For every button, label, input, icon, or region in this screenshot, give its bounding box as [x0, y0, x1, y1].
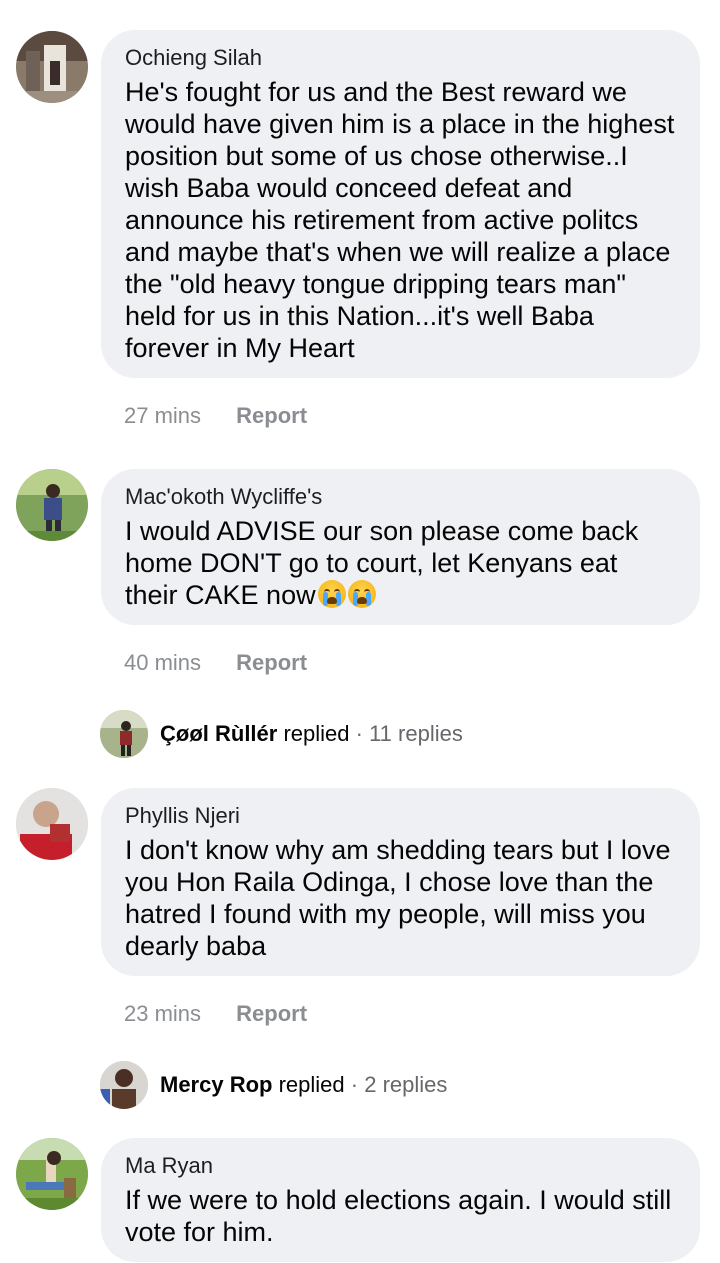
loudly-crying-face-icon — [317, 580, 346, 608]
view-replies-row[interactable]: Mercy Rop replied · 2 replies — [100, 1061, 447, 1109]
view-replies-row[interactable]: Çøøl Rùllér replied · 11 replies — [100, 710, 463, 758]
comment-text-content: I would ADVISE our son please come back … — [125, 516, 639, 610]
comment-author[interactable]: Ochieng Silah — [125, 44, 676, 72]
report-link[interactable]: Report — [236, 649, 307, 677]
avatar[interactable] — [16, 788, 88, 860]
reply-count: · 11 replies — [355, 721, 463, 746]
comment-meta: 27 mins Report — [124, 402, 307, 430]
comment-timestamp[interactable]: 23 mins — [124, 1000, 201, 1028]
report-link[interactable]: Report — [236, 402, 307, 430]
comment-author[interactable]: Mac'okoth Wycliffe's — [125, 483, 676, 511]
reply-avatar — [100, 1061, 148, 1109]
comment-meta: 23 mins Report — [124, 1000, 307, 1028]
avatar[interactable] — [16, 469, 88, 541]
reply-count: · 2 replies — [350, 1072, 448, 1097]
reply-avatar — [100, 710, 148, 758]
comment-meta: 40 mins Report — [124, 649, 307, 677]
avatar[interactable] — [16, 31, 88, 103]
avatar[interactable] — [16, 1138, 88, 1210]
comment-author[interactable]: Phyllis Njeri — [125, 802, 676, 830]
reply-summary[interactable]: Mercy Rop replied · 2 replies — [160, 1071, 447, 1099]
comment-timestamp[interactable]: 40 mins — [124, 649, 201, 677]
comment-text: If we were to hold elections again. I wo… — [125, 1185, 672, 1247]
reply-summary[interactable]: Çøøl Rùllér replied · 11 replies — [160, 720, 463, 748]
comment-text: I don't know why am shedding tears but I… — [125, 835, 671, 961]
reply-author: Mercy Rop — [160, 1072, 273, 1097]
comment-author[interactable]: Ma Ryan — [125, 1152, 676, 1180]
reply-author: Çøøl Rùllér — [160, 721, 278, 746]
comment-bubble: Phyllis Njeri I don't know why am sheddi… — [101, 788, 700, 976]
comment-timestamp[interactable]: 27 mins — [124, 402, 201, 430]
comment-text: I would ADVISE our son please come back … — [125, 515, 676, 611]
reply-action: replied — [278, 1072, 345, 1097]
loudly-crying-face-icon — [347, 580, 376, 608]
comment-text: He's fought for us and the Best reward w… — [125, 77, 675, 363]
report-link[interactable]: Report — [236, 1000, 307, 1028]
reply-action: replied — [283, 721, 350, 746]
comment-bubble: Ochieng Silah He's fought for us and the… — [101, 30, 700, 378]
comment-bubble: Ma Ryan If we were to hold elections aga… — [101, 1138, 700, 1262]
comment-bubble: Mac'okoth Wycliffe's I would ADVISE our … — [101, 469, 700, 625]
